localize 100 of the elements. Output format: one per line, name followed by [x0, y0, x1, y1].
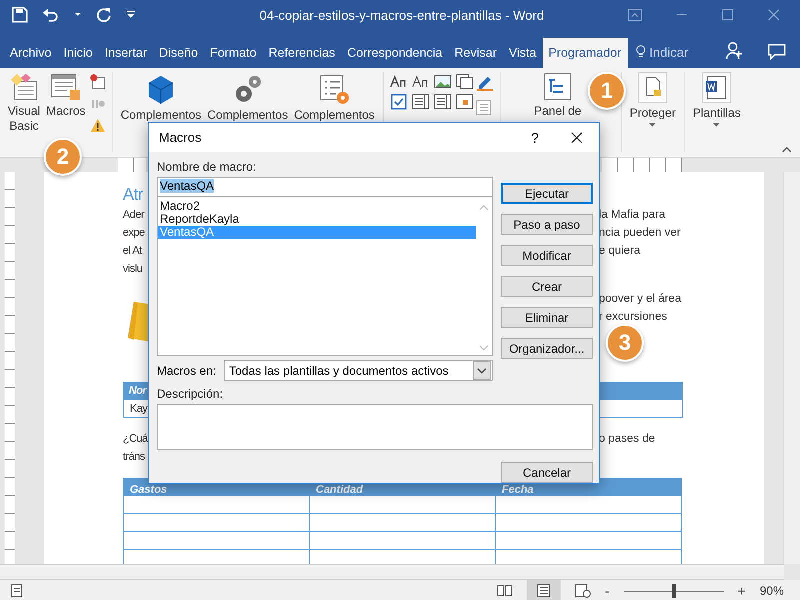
- document-text: Kay: [130, 402, 149, 414]
- document-text: r excursiones: [599, 311, 668, 323]
- macro-list-icon: [50, 72, 82, 102]
- dialog-button[interactable]: Eliminar: [501, 307, 593, 328]
- vertical-scrollbar[interactable]: [783, 172, 800, 564]
- list-control-icon[interactable]: [434, 94, 452, 110]
- close-icon[interactable]: [571, 132, 583, 144]
- text-control-icon[interactable]: [412, 74, 430, 90]
- document-text: la Mafia para: [599, 209, 666, 221]
- zoom-out-button[interactable]: -: [605, 583, 610, 599]
- ribbon-display-icon[interactable]: [628, 9, 642, 21]
- field-label: Nombre de macro:: [157, 160, 256, 174]
- dialog-button[interactable]: Ejecutar: [501, 183, 593, 204]
- save-icon[interactable]: [12, 7, 28, 23]
- macro-list-item[interactable]: ReportdeKayla: [158, 213, 476, 226]
- document-text: Nor: [128, 385, 147, 397]
- redo-icon[interactable]: [96, 7, 112, 23]
- comment-icon[interactable]: [768, 44, 786, 60]
- add-ins-button[interactable]: Complementos: [206, 72, 290, 123]
- ribbon-tab[interactable]: Inicio: [58, 38, 99, 68]
- ribbon-tab[interactable]: Programador: [542, 38, 628, 68]
- protect-label: Proteger: [630, 106, 676, 121]
- cancel-button[interactable]: Cancelar: [501, 462, 593, 483]
- record-macro-icon[interactable]: [90, 74, 106, 90]
- dialog-button[interactable]: Modificar: [501, 245, 593, 266]
- combo-box-icon[interactable]: [412, 94, 430, 110]
- field-label: Macros en:: [157, 364, 216, 378]
- dialog-button[interactable]: Crear: [501, 276, 593, 297]
- locked-document-icon: [638, 72, 668, 104]
- description-field[interactable]: [157, 404, 593, 450]
- ribbon-tab[interactable]: Insertar: [98, 38, 154, 68]
- help-button[interactable]: ?: [525, 128, 545, 146]
- web-layout-icon[interactable]: [575, 584, 592, 598]
- document-text: Ader: [123, 209, 146, 221]
- add-ins-button[interactable]: Complementos: [292, 72, 377, 123]
- macros-label: Macros: [46, 104, 86, 119]
- templates-button[interactable]: Plantillas: [690, 72, 743, 127]
- gallery-control-icon[interactable]: [456, 74, 474, 90]
- caret-icon: [649, 123, 656, 127]
- dialog-button[interactable]: Paso a paso: [501, 214, 593, 235]
- field-label: Descripción:: [157, 387, 224, 401]
- document-heading: Atr: [123, 185, 144, 205]
- warning-icon[interactable]: [90, 118, 106, 133]
- zoom-in-button[interactable]: +: [738, 583, 746, 599]
- ribbon-tab[interactable]: Correspondencia: [341, 38, 449, 68]
- add-ins-label: Complementos: [294, 108, 375, 123]
- picture-control-icon[interactable]: [434, 74, 452, 90]
- text-control-icon[interactable]: [390, 74, 408, 90]
- print-layout-button[interactable]: [527, 580, 562, 600]
- panel-label: Panel de: [534, 104, 582, 119]
- undo-icon[interactable]: [42, 7, 60, 23]
- window-title: 04-copiar-estilos-y-macros-entre-plantillas - Word: [258, 8, 546, 22]
- print-layout-icon: [537, 584, 552, 598]
- tell-me-field[interactable]: Indicar: [650, 38, 689, 68]
- dialog-title: Macros: [159, 130, 202, 145]
- maximize-icon[interactable]: [722, 9, 734, 21]
- visual-basic-label: Visual Basic: [8, 104, 40, 134]
- add-person-icon[interactable]: [726, 42, 744, 60]
- ribbon-tab[interactable]: Referencias: [262, 38, 342, 68]
- date-control-icon[interactable]: [456, 94, 474, 110]
- caret-icon[interactable]: [74, 12, 82, 18]
- ribbon-tab[interactable]: Archivo: [4, 38, 58, 68]
- ribbon-tab[interactable]: Diseño: [153, 38, 204, 68]
- word-document-icon: [702, 72, 732, 104]
- visual-basic-button[interactable]: Visual Basic: [6, 72, 42, 134]
- read-mode-icon[interactable]: [497, 584, 514, 598]
- document-text: el At: [123, 245, 144, 257]
- lightbulb-icon: [636, 45, 646, 59]
- templates-label: Plantillas: [692, 106, 741, 121]
- document-text: tráns: [123, 451, 146, 463]
- horizontal-ruler: [118, 158, 146, 172]
- protect-button[interactable]: Proteger: [628, 72, 678, 127]
- collapse-ribbon-icon[interactable]: [782, 147, 792, 153]
- code-window-icon: [9, 72, 40, 102]
- add-ins-button[interactable]: Complementos: [118, 72, 204, 123]
- document-text: expe: [123, 227, 146, 239]
- zoom-level[interactable]: 90%: [760, 584, 784, 598]
- xml-tree-icon: [542, 72, 573, 102]
- macro-list[interactable]: Macro2 ReportdeKayla VentasQA: [157, 197, 493, 356]
- caret-icon: [713, 123, 720, 127]
- document-text: ¿Cuá: [123, 433, 147, 445]
- document-text: ncia pueden ver: [599, 227, 682, 239]
- checklist-gear-icon: [318, 74, 351, 106]
- macro-name-field[interactable]: VentasQA: [157, 177, 493, 197]
- customize-caret-icon[interactable]: [126, 11, 136, 19]
- document-text: vislu: [123, 263, 144, 275]
- add-ins-label: Complementos: [120, 108, 202, 123]
- panel-button[interactable]: Panel de: [528, 72, 587, 119]
- macro-list-item[interactable]: Macro2: [158, 200, 476, 213]
- ribbon-tab[interactable]: Formato: [204, 38, 263, 68]
- checkbox-control-icon[interactable]: [390, 94, 408, 110]
- ribbon-tab[interactable]: Vista: [503, 38, 543, 68]
- design-mode-icon[interactable]: [476, 74, 494, 92]
- macros-in-dropdown[interactable]: Todas las plantillas y documentos activos: [224, 360, 493, 381]
- document-text: poover y el área: [599, 293, 682, 305]
- ribbon-tab[interactable]: Revisar: [448, 38, 504, 68]
- document-status-icon: [10, 584, 24, 598]
- horizontal-scrollbar[interactable]: [0, 564, 784, 580]
- dialog-button[interactable]: Organizador...: [501, 338, 593, 359]
- macros-button[interactable]: Macros: [44, 72, 88, 119]
